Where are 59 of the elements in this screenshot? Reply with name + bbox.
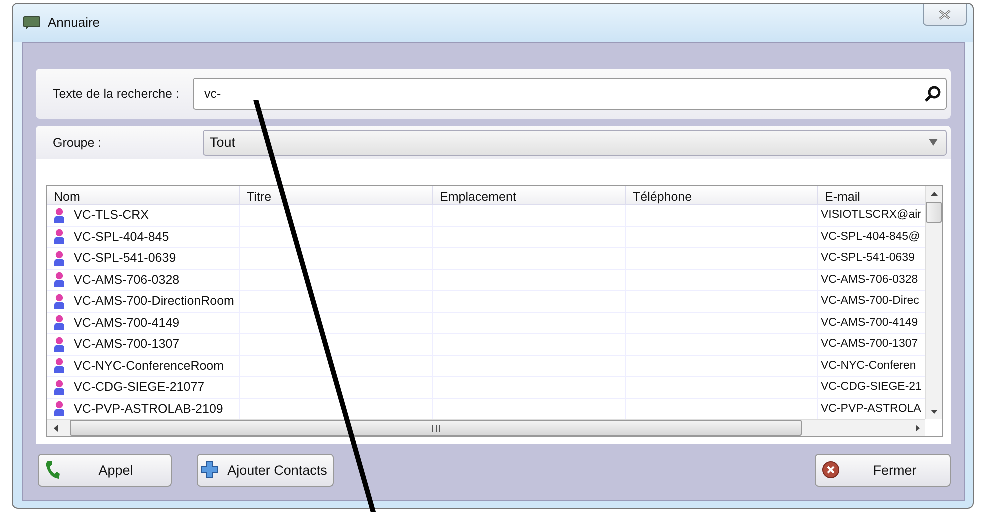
contact-name: VC-NYC-ConferenceRoom	[74, 358, 224, 373]
contact-name: VC-AMS-700-1307	[74, 337, 180, 352]
column-header[interactable]: Nom	[47, 186, 240, 204]
person-icon	[54, 336, 65, 352]
scroll-left-icon	[54, 424, 58, 432]
contact-email: VC-NYC-Conferen	[821, 360, 916, 372]
contact-name: VC-AMS-706-0328	[74, 272, 180, 287]
contact-email: VC-AMS-700-4149	[821, 316, 918, 329]
person-icon	[54, 272, 65, 288]
person-icon	[54, 358, 65, 374]
call-button[interactable]: Appel	[38, 454, 172, 486]
contact-name: VC-PVP-ASTROLAB-2109	[74, 402, 224, 416]
vertical-scrollbar[interactable]	[925, 186, 942, 419]
window-title: Annuaire	[48, 15, 100, 31]
close-icon	[822, 461, 840, 479]
person-icon	[54, 380, 65, 395]
phone-icon	[45, 460, 61, 480]
search-label: Texte de la recherche :	[53, 87, 180, 101]
scroll-down-icon	[930, 410, 938, 414]
close-button[interactable]: Fermer	[815, 454, 951, 486]
contact-email: VISIOTLSCRX@air	[821, 209, 922, 222]
close-icon	[939, 10, 951, 20]
grip-icon	[432, 424, 440, 432]
person-icon	[54, 229, 65, 244]
person-icon	[54, 294, 65, 309]
contact-email: VC-CDG-SIEGE-21	[821, 381, 922, 394]
horizontal-scrollbar[interactable]	[47, 419, 925, 436]
contact-name: VC-CDG-SIEGE-21077	[74, 380, 205, 394]
contact-name: VC-AMS-700-DirectionRoom	[74, 294, 234, 308]
plus-icon	[201, 461, 219, 479]
person-icon	[54, 315, 65, 330]
contact-email: VC-SPL-404-845@	[821, 230, 920, 243]
close-button[interactable]	[923, 4, 967, 26]
search-icon	[924, 85, 942, 103]
scrollbar-thumb[interactable]	[926, 202, 942, 223]
contact-name: VC-SPL-541-0639	[74, 251, 176, 266]
contact-name: VC-SPL-404-845	[74, 230, 170, 244]
column-header[interactable]: E-mail	[818, 186, 925, 204]
person-icon	[54, 208, 65, 223]
column-header[interactable]: Téléphone	[626, 186, 818, 204]
add-contacts-button[interactable]: Ajouter Contacts	[197, 454, 334, 486]
scroll-right-icon	[916, 424, 920, 432]
column-header[interactable]: Emplacement	[433, 186, 626, 204]
contact-email: VC-AMS-706-0328	[821, 274, 918, 286]
contact-name: VC-TLS-CRX	[74, 208, 150, 222]
column-header[interactable]: Titre	[240, 186, 433, 204]
scrollbar-thumb[interactable]	[70, 420, 802, 436]
person-icon	[54, 401, 65, 416]
contact-name: VC-AMS-700-4149	[74, 316, 180, 330]
contact-email: VC-AMS-700-Direc	[821, 295, 920, 308]
scroll-up-icon	[930, 192, 938, 196]
contact-email: VC-PVP-ASTROLA	[821, 402, 922, 415]
dropdown-arrow-icon	[929, 139, 938, 146]
search-field[interactable]: vc-	[193, 78, 947, 110]
contact-email: VC-SPL-541-0639	[821, 252, 915, 264]
group-dropdown[interactable]: Tout	[203, 130, 947, 156]
person-icon	[54, 250, 65, 266]
contact-email: VC-AMS-700-1307	[821, 338, 918, 350]
group-label: Groupe :	[53, 136, 103, 150]
